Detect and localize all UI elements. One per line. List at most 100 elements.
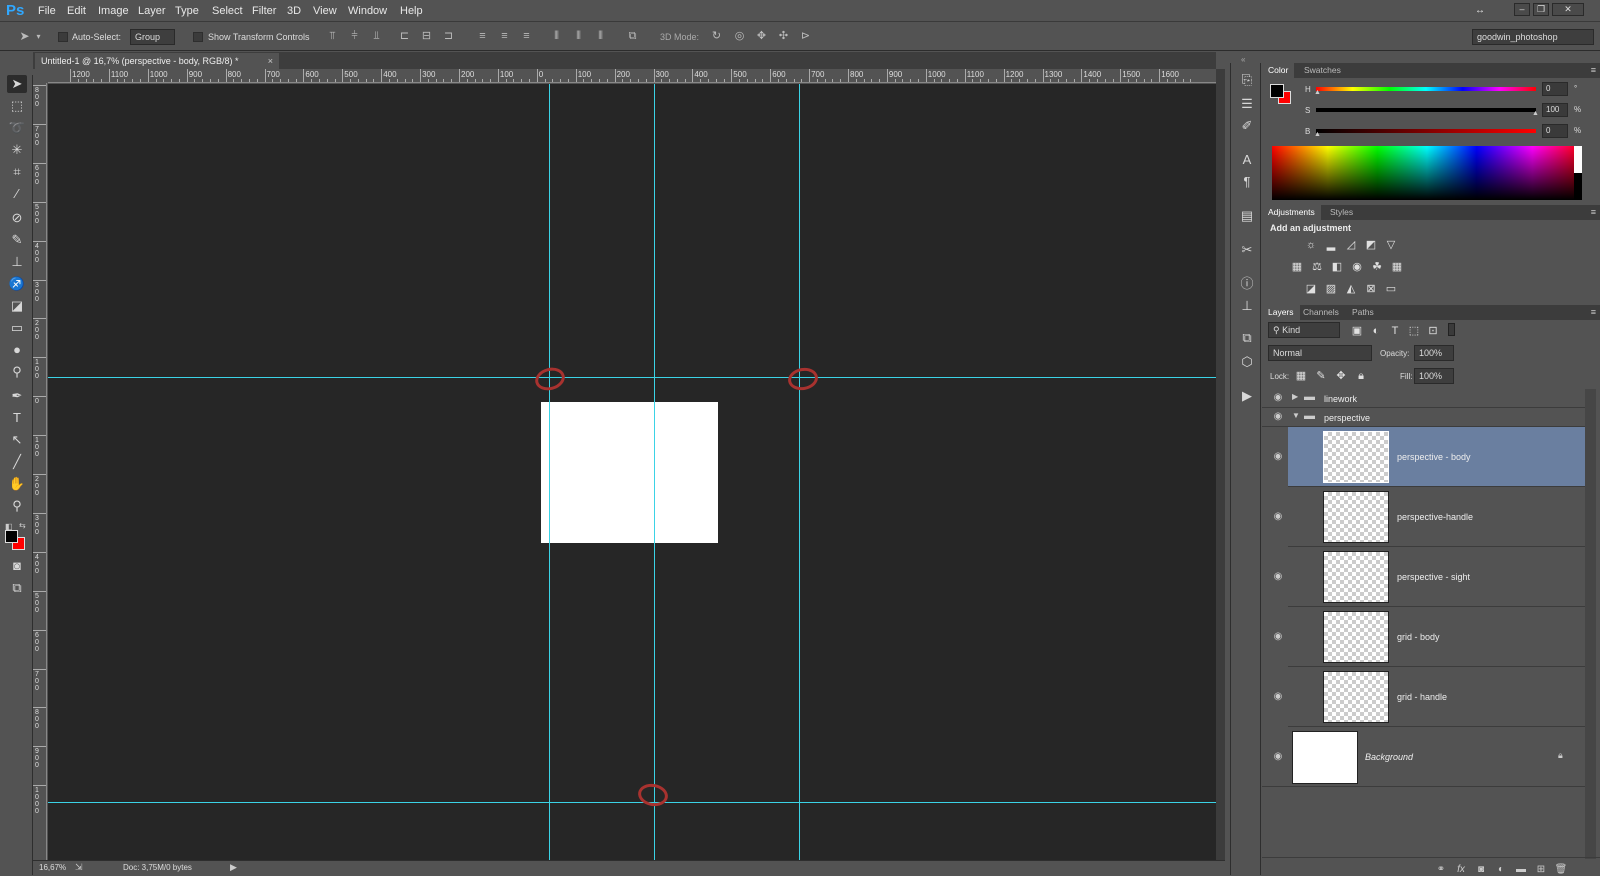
filter-shape-icon[interactable]: ⬚ <box>1407 325 1421 337</box>
background-layer-row[interactable]: ◉ Background 🔒︎ <box>1262 727 1585 787</box>
auto-align-icon[interactable]: ⧉ <box>626 30 639 43</box>
minimize-icon[interactable]: – <box>1514 3 1530 16</box>
brightness-slider[interactable] <box>1316 129 1536 133</box>
menu-help[interactable]: Help <box>400 5 423 17</box>
layer-thumbnail[interactable] <box>1323 671 1389 723</box>
menu-3d[interactable]: 3D <box>287 5 301 17</box>
dodge-tool-icon[interactable]: ⚲ <box>7 363 27 381</box>
layer-thumbnail[interactable] <box>1323 431 1389 483</box>
lock-pixels-icon[interactable]: ✎ <box>1314 370 1328 382</box>
filter-toggle[interactable] <box>1448 323 1455 336</box>
history-panel-icon[interactable]: ⎘ <box>1238 71 1256 89</box>
selective-color-icon[interactable]: ⊠ <box>1364 283 1378 295</box>
trash-icon[interactable]: 🗑︎ <box>1554 864 1568 876</box>
slider-thumb-icon[interactable]: ▲ <box>1532 110 1539 117</box>
tab-styles[interactable]: Styles <box>1324 205 1359 220</box>
layer-group-perspective[interactable]: ◉ ▼ ▬ perspective <box>1262 408 1585 427</box>
gradient-map-icon[interactable]: ▭ <box>1384 283 1398 295</box>
show-transform-checkbox[interactable] <box>193 32 203 42</box>
menu-view[interactable]: View <box>313 5 337 17</box>
timeline-panel-icon[interactable]: ▶ <box>1238 387 1256 405</box>
layer-thumbnail[interactable] <box>1323 551 1389 603</box>
3d-panel-icon[interactable]: ⬡ <box>1238 353 1256 371</box>
auto-select-checkbox[interactable] <box>58 32 68 42</box>
workspace-dropdown[interactable]: goodwin_photoshop <box>1472 29 1594 45</box>
color-balance-icon[interactable]: ⚖ <box>1310 261 1324 273</box>
document-tab[interactable]: Untitled-1 @ 16,7% (perspective - body, … <box>35 53 279 69</box>
filter-type-icon[interactable]: T <box>1388 325 1402 337</box>
menu-image[interactable]: Image <box>98 5 129 17</box>
zoom-level[interactable]: 16,67% <box>39 863 66 872</box>
group-name[interactable]: perspective <box>1324 413 1370 423</box>
export-icon[interactable]: ⇲ <box>75 862 83 873</box>
layer-name[interactable]: perspective - body <box>1397 452 1471 462</box>
tab-swatches[interactable]: Swatches <box>1298 63 1347 78</box>
distribute-top-icon[interactable]: ≡ <box>476 30 489 43</box>
layer-filter-dropdown[interactable]: ⚲ Kind <box>1268 322 1340 338</box>
layer-name[interactable]: perspective-handle <box>1397 512 1473 522</box>
layer-thumbnail[interactable] <box>1292 731 1358 784</box>
magic-wand-icon[interactable]: ✳ <box>7 141 27 159</box>
panel-menu-icon[interactable]: ≡ <box>1591 207 1596 217</box>
tab-paths[interactable]: Paths <box>1346 305 1380 320</box>
3d-rotate-icon[interactable]: ↻ <box>710 30 723 43</box>
gradient-tool-icon[interactable]: ▭ <box>7 319 27 337</box>
path-select-icon[interactable]: ↖ <box>7 431 27 449</box>
add-mask-icon[interactable]: ◙ <box>1474 864 1488 876</box>
layer-row[interactable]: perspective - sight <box>1288 547 1585 607</box>
guide-vertical[interactable] <box>549 84 550 860</box>
healing-brush-icon[interactable]: ⊘ <box>7 209 27 227</box>
threshold-icon[interactable]: ◭ <box>1344 283 1358 295</box>
filter-smart-object-icon[interactable]: ⊡ <box>1426 325 1440 337</box>
layer-comps-icon[interactable]: ⧉ <box>1238 329 1256 347</box>
properties-panel-icon[interactable]: ☰ <box>1238 95 1256 113</box>
tab-channels[interactable]: Channels <box>1297 305 1345 320</box>
auto-select-dropdown[interactable]: Group <box>130 29 175 45</box>
distribute-hcenter-icon[interactable]: ⦀ <box>572 30 585 43</box>
group-name[interactable]: linework <box>1324 394 1357 404</box>
lasso-tool-icon[interactable]: ➰ <box>7 119 27 137</box>
canvas-area[interactable] <box>48 84 1216 860</box>
menu-select[interactable]: Select <box>212 5 243 17</box>
hue-slider[interactable] <box>1316 87 1536 91</box>
menu-type[interactable]: Type <box>175 5 199 17</box>
filter-adjustment-icon[interactable]: ◐ <box>1369 325 1383 337</box>
blend-mode-dropdown[interactable]: Normal <box>1268 345 1372 361</box>
menu-filter[interactable]: Filter <box>252 5 276 17</box>
document-page[interactable] <box>541 402 718 543</box>
visibility-eye-icon[interactable]: ◉ <box>1272 691 1284 703</box>
marquee-tool-icon[interactable]: ⬚ <box>7 97 27 115</box>
layer-thumbnail[interactable] <box>1323 491 1389 543</box>
invert-icon[interactable]: ◪ <box>1304 283 1318 295</box>
filter-pixel-icon[interactable]: ▣ <box>1350 325 1364 337</box>
menu-layer[interactable]: Layer <box>138 5 166 17</box>
distribute-vcenter-icon[interactable]: ≡ <box>498 30 511 43</box>
guide-vertical[interactable] <box>799 84 800 860</box>
link-layers-icon[interactable]: ⚭ <box>1434 864 1448 876</box>
layer-group-linework[interactable]: ◉ ▶ ▬ linework <box>1262 389 1585 408</box>
layer-row[interactable]: perspective-handle <box>1288 487 1585 547</box>
new-adjustment-icon[interactable]: ◐ <box>1494 864 1508 876</box>
canvas-scrollbar[interactable] <box>1216 69 1225 860</box>
eyedropper-icon[interactable]: ⁄ <box>7 185 27 203</box>
tab-color[interactable]: Color <box>1262 63 1294 78</box>
lock-transparent-icon[interactable]: ▦ <box>1294 370 1308 382</box>
align-left-icon[interactable]: ⊏ <box>398 30 411 43</box>
h-value-field[interactable]: 0 <box>1542 82 1568 96</box>
visibility-eye-icon[interactable]: ◉ <box>1272 451 1284 463</box>
restore-icon[interactable]: ❐ <box>1533 3 1549 16</box>
menu-file[interactable]: File <box>38 5 56 17</box>
color-fg-swatch[interactable] <box>1270 84 1284 98</box>
move-tool-preset-icon[interactable]: ➤ <box>18 30 31 43</box>
3d-slide-icon[interactable]: ✣ <box>777 30 790 43</box>
chevron-down-icon[interactable]: ▾ <box>32 30 45 43</box>
align-right-icon[interactable]: ⊐ <box>442 30 455 43</box>
brush-tool-icon[interactable]: ✎ <box>7 231 27 249</box>
info-panel-icon[interactable]: ⓘ <box>1238 275 1256 293</box>
clone-source-icon[interactable]: ⊥ <box>1238 297 1256 315</box>
brush-panel-icon[interactable]: ✐ <box>1238 117 1256 135</box>
opacity-field[interactable]: 100% <box>1414 345 1454 361</box>
slider-thumb-icon[interactable]: ▲ <box>1314 89 1321 96</box>
layer-row[interactable]: grid - handle <box>1288 667 1585 727</box>
color-lookup-icon[interactable]: ▦ <box>1390 261 1404 273</box>
